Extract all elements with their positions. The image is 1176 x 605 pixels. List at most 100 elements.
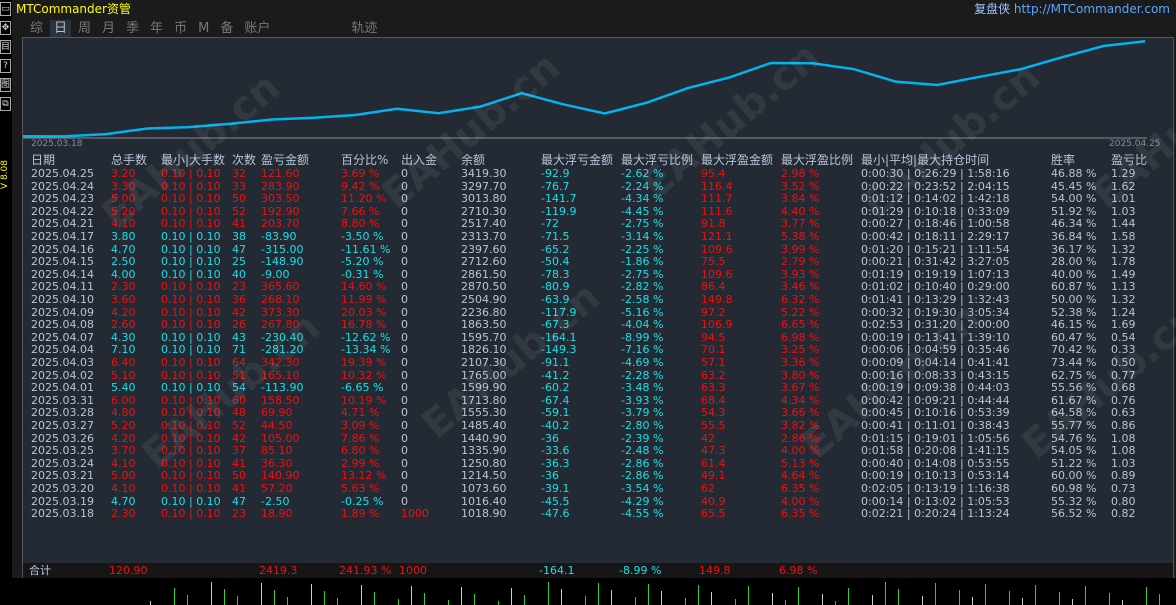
cell-max-float-profit: 97.2 <box>701 305 726 319</box>
cell-hold-time: 0:00:42 | 0:18:11 | 2:29:17 <box>861 230 1010 243</box>
cell-trades: 42 <box>232 305 246 319</box>
cell-pct: -6.65 % <box>341 381 384 395</box>
report-icon[interactable]: 目 <box>0 40 11 54</box>
cell-max-float-profit: 57.1 <box>701 356 726 369</box>
cell-min-max-lots: 0.10 | 0.10 <box>161 305 221 319</box>
cell-pct: 14.60 % <box>341 280 387 294</box>
tab-3[interactable]: 月 <box>98 20 119 38</box>
cell-balance: 3297.70 <box>461 179 507 193</box>
tab-1[interactable]: 日 <box>50 20 72 38</box>
version-label: V 8.08 <box>0 160 10 190</box>
restore-icon[interactable]: ⧉ <box>0 97 11 111</box>
cell-max-float-loss-pct: -3.54 % <box>621 482 664 495</box>
move-icon[interactable]: ✥ <box>0 21 11 35</box>
total-deposit: 1000 <box>399 564 427 577</box>
cell-max-float-loss: -71.5 <box>541 230 570 243</box>
cell-max-float-profit-pct: 3.52 % <box>781 179 820 193</box>
cell-max-float-profit: 91.8 <box>701 217 726 231</box>
cell-trades: 36 <box>232 293 246 306</box>
tab-2[interactable]: 周 <box>74 20 95 38</box>
cell-max-float-loss: -141.7 <box>541 192 577 206</box>
tab-0[interactable]: 综 <box>26 20 47 38</box>
chart-bar <box>237 596 238 605</box>
cell-balance: 3419.30 <box>461 167 507 180</box>
cell-lots: 2.60 <box>111 318 136 332</box>
cell-win-rate: 54.00 % <box>1051 192 1097 206</box>
header-date[interactable]: 日期 <box>31 154 55 167</box>
cell-lots: 4.30 <box>111 330 136 344</box>
header-pct[interactable]: 百分比% <box>341 154 388 167</box>
cell-max-float-loss: -45.5 <box>541 494 570 508</box>
cell-pnl: 57.20 <box>261 482 293 495</box>
tab-5[interactable]: 年 <box>146 20 167 38</box>
chart-bar <box>598 583 599 605</box>
chart-bar <box>1109 593 1110 605</box>
cell-max-float-loss: -59.1 <box>541 406 570 420</box>
header-pnl[interactable]: 盈亏金额 <box>261 154 309 167</box>
tab-9[interactable]: 账户 <box>240 20 274 38</box>
app-title: MTCommander资管 <box>16 2 131 16</box>
cell-lots: 6.00 <box>111 393 136 407</box>
chart-bar <box>311 584 312 605</box>
cell-max-float-profit-pct: 3.80 % <box>781 368 820 382</box>
cell-pct: 2.99 % <box>341 456 380 470</box>
cell-max-float-profit-pct: 4.64 % <box>781 469 820 483</box>
chart-bar <box>1072 599 1073 605</box>
cell-max-float-loss: -72 <box>541 217 559 231</box>
cell-lots: 3.70 <box>111 444 136 458</box>
cell-date: 2025.04.11 <box>31 280 94 294</box>
cell-pct: -13.34 % <box>341 343 391 357</box>
header-win-rate[interactable]: 胜率 <box>1051 154 1075 167</box>
cell-max-float-loss-pct: -4.69 % <box>621 356 664 369</box>
cell-deposit: 0 <box>401 431 408 445</box>
header-max-float-loss[interactable]: 最大浮亏金额 <box>541 154 613 167</box>
cell-max-float-loss-pct: -2.75 % <box>621 217 664 231</box>
help-icon[interactable]: ? <box>0 59 11 73</box>
cell-balance: 2517.40 <box>461 217 507 231</box>
chart-bar <box>711 592 712 605</box>
cell-max-float-profit: 111.7 <box>701 192 733 206</box>
cell-max-float-profit-pct: 3.93 % <box>781 267 820 281</box>
cell-deposit: 0 <box>401 482 408 495</box>
cell-max-float-profit-pct: 3.84 % <box>781 192 820 206</box>
chart-bar <box>985 584 986 605</box>
cell-pct: 20.03 % <box>341 305 387 319</box>
cell-date: 2025.04.16 <box>31 242 94 256</box>
header-trades[interactable]: 次数 <box>232 154 256 167</box>
chart-bar <box>424 593 425 605</box>
cell-max-float-profit-pct: 3.25 % <box>781 343 820 357</box>
cell-balance: 2712.60 <box>461 255 507 269</box>
cell-pct: 4.71 % <box>341 406 380 420</box>
cell-max-float-profit-pct: 2.79 % <box>781 255 820 269</box>
brand-link[interactable]: http://MTCommander.com <box>1014 2 1170 16</box>
cell-pnl: 18.90 <box>261 507 293 521</box>
cell-max-float-loss-pct: -2.39 % <box>621 431 664 445</box>
chart-bar <box>1009 591 1010 605</box>
tab-10[interactable]: 轨迹 <box>347 20 381 38</box>
cell-deposit: 0 <box>401 343 408 357</box>
cell-max-float-profit-pct: 4.40 % <box>781 204 820 218</box>
tab-4[interactable]: 季 <box>122 20 143 38</box>
cell-pl-ratio: 1.44 <box>1111 217 1136 231</box>
cell-balance: 2504.90 <box>461 293 507 306</box>
cell-max-float-profit: 61.4 <box>701 456 726 470</box>
chart-bar <box>498 601 499 605</box>
cell-max-float-profit: 63.3 <box>701 381 726 395</box>
tab-8[interactable]: 备 <box>216 20 237 38</box>
total-max-float-profit: 149.8 <box>699 564 731 577</box>
cell-pnl: 192.90 <box>261 204 300 218</box>
cell-pct: -12.62 % <box>341 330 391 344</box>
cell-balance: 1073.60 <box>461 482 507 495</box>
window-icon[interactable]: ▭ <box>0 2 11 16</box>
tab-6[interactable]: 币 <box>170 20 191 38</box>
cell-pl-ratio: 0.89 <box>1111 469 1136 483</box>
cell-pnl: 85.10 <box>261 444 293 458</box>
cell-balance: 2397.60 <box>461 242 507 256</box>
chart-bar <box>585 596 586 605</box>
tab-7[interactable]: M <box>194 20 213 38</box>
cell-max-float-profit: 111.6 <box>701 204 733 218</box>
header-max-float-profit-pct[interactable]: 最大浮盈比例 <box>781 154 853 167</box>
chart-bar <box>698 585 699 605</box>
cell-date: 2025.03.27 <box>31 419 94 432</box>
chart-icon[interactable]: 图 <box>0 78 11 92</box>
